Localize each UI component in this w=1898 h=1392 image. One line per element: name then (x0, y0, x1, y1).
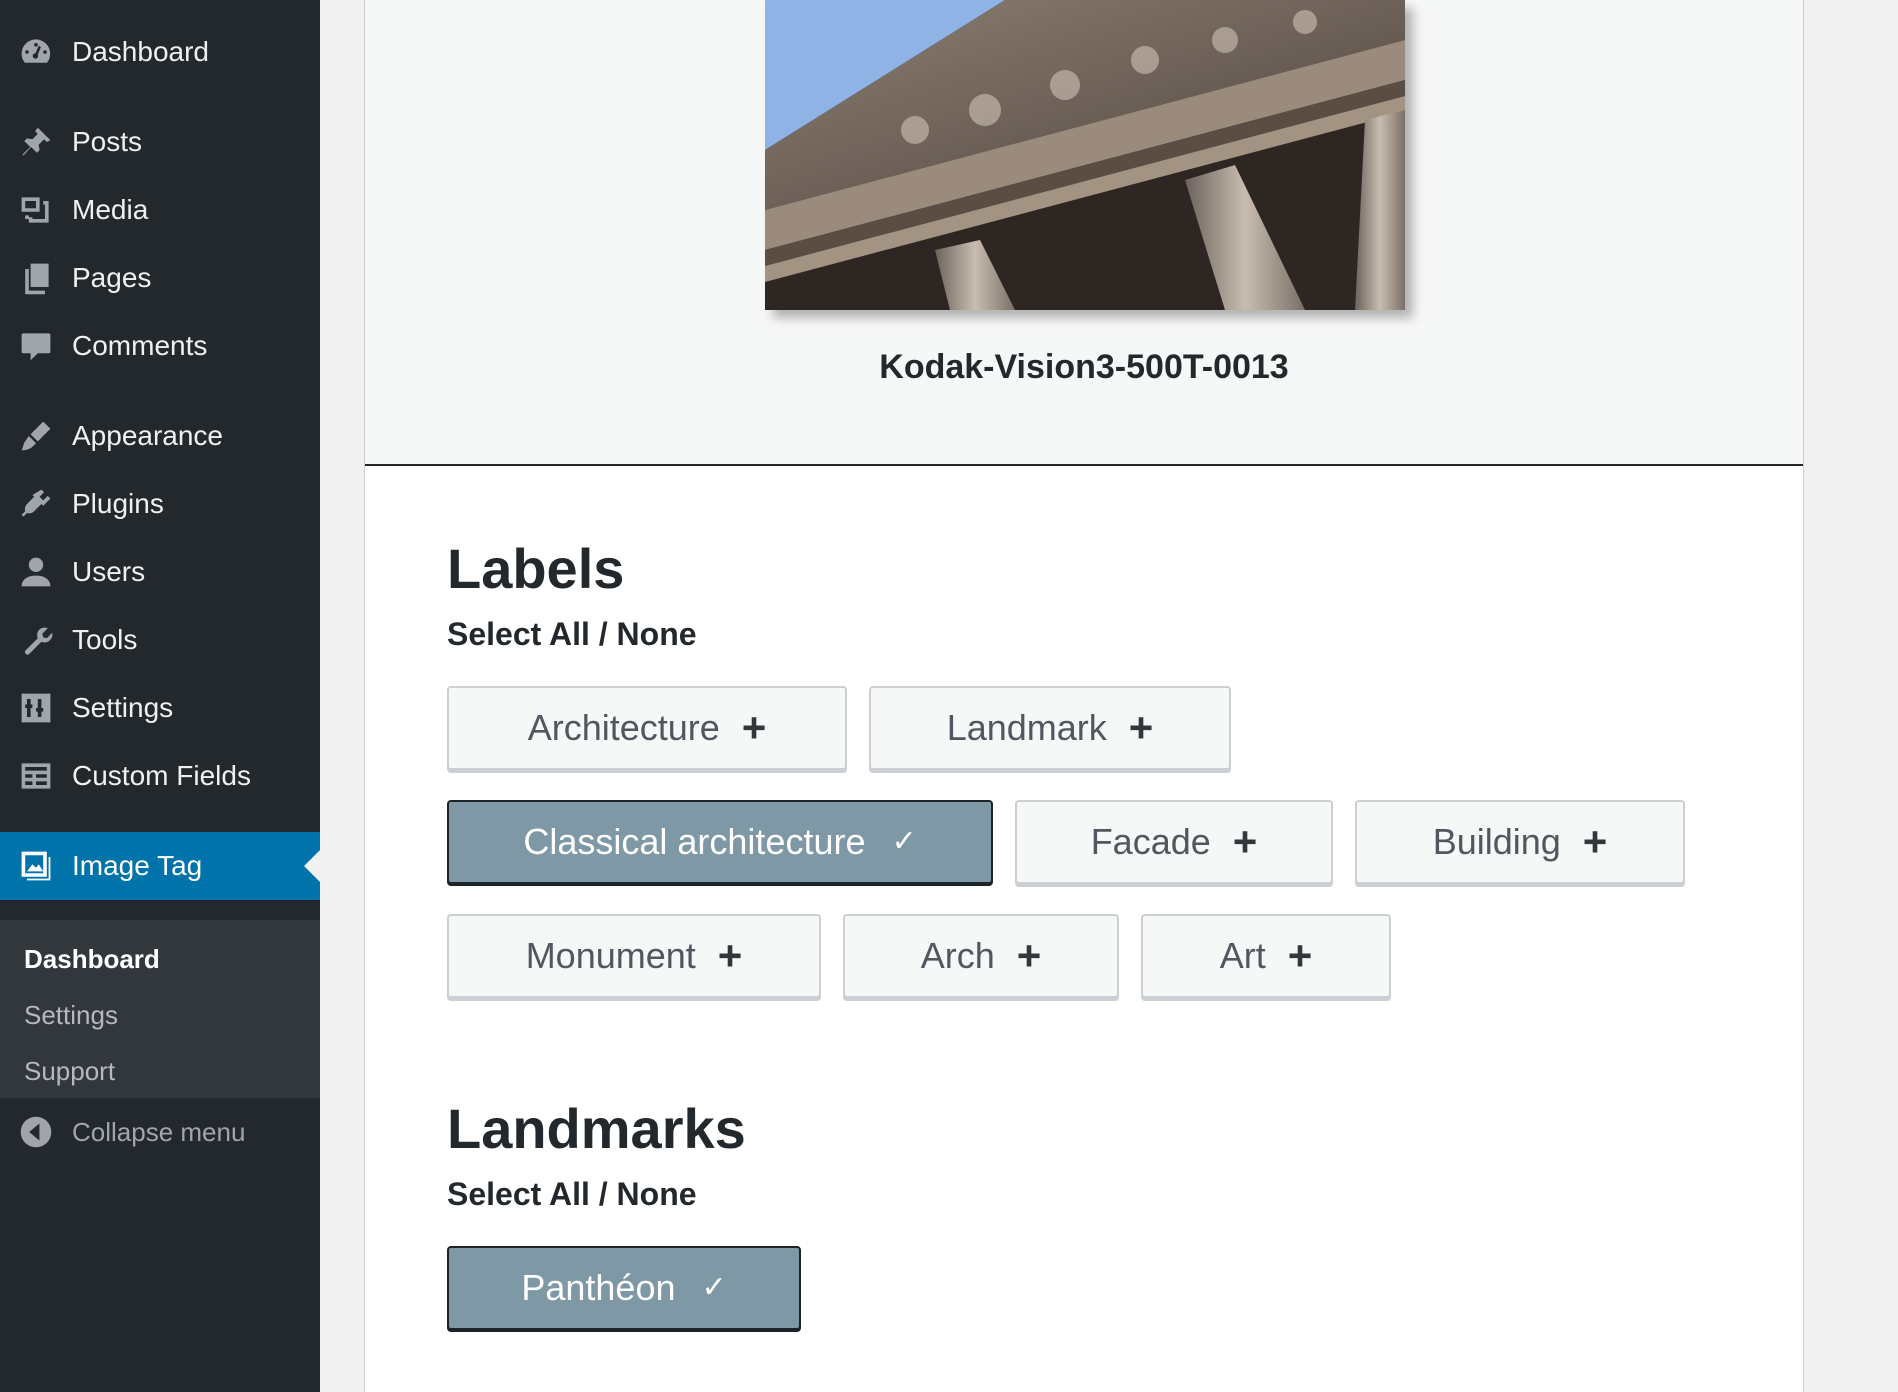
sidebar-item-label: Custom Fields (72, 760, 251, 791)
sidebar-item-users[interactable]: Users (0, 542, 320, 602)
dashboard-icon (0, 34, 72, 70)
sidebar-item-tools[interactable]: Tools (0, 610, 320, 670)
current-menu-indicator (304, 850, 320, 882)
tag-button-classical-architecture[interactable]: Classical architecture ✓ (447, 800, 993, 884)
tag-label: Monument (525, 935, 696, 976)
tag-button-landmark[interactable]: Landmark + (869, 686, 1231, 770)
sidebar-item-label: Plugins (72, 488, 164, 519)
sidebar-item-label: Appearance (72, 420, 224, 451)
plus-icon: + (1128, 704, 1154, 751)
plus-icon: + (1287, 932, 1313, 979)
submenu-item-settings[interactable]: Settings (24, 1000, 118, 1031)
sidebar-item-label: Comments (72, 330, 208, 361)
sidebar-item-label: Settings (72, 692, 174, 723)
collapse-menu-label: Collapse menu (72, 1116, 246, 1147)
landmarks-select-controls: Select All / None (447, 1176, 697, 1213)
labels-select-none-link[interactable]: None (617, 616, 697, 652)
tag-label: Classical architecture (523, 821, 866, 862)
tag-button-art[interactable]: Art + (1141, 914, 1391, 998)
check-icon: ✓ (891, 825, 917, 858)
sidebar-item-image-tag[interactable]: Image Tag (0, 832, 320, 900)
sidebar-item-label: Pages (72, 262, 152, 293)
tag-label: Art (1219, 935, 1266, 976)
labels-separator: / (598, 616, 608, 652)
comment-icon (0, 328, 72, 364)
sidebar-item-label: Media (72, 194, 149, 225)
sidebar-item-label: Tools (72, 624, 138, 655)
sidebar-item-comments[interactable]: Comments (0, 316, 320, 376)
tag-button-arch[interactable]: Arch + (843, 914, 1119, 998)
tag-button-facade[interactable]: Facade + (1015, 800, 1333, 884)
sidebar-item-media[interactable]: Media (0, 180, 320, 240)
plus-icon: + (741, 704, 767, 751)
sidebar-item-pages[interactable]: Pages (0, 248, 320, 308)
image-preview (765, 0, 1405, 310)
image-icon (0, 848, 72, 884)
tag-label: Landmark (946, 707, 1107, 748)
tag-label: Architecture (527, 707, 720, 748)
image-caption: Kodak-Vision3-500T-0013 (879, 348, 1289, 386)
admin-sidebar: Dashboard Posts Media Pages Comments App… (0, 0, 320, 1392)
wrench-icon (0, 622, 72, 658)
sidebar-item-label: Dashboard (72, 36, 209, 67)
landmarks-separator: / (598, 1176, 608, 1212)
settings-icon (0, 690, 72, 726)
plus-icon: + (1582, 818, 1608, 865)
plus-icon: + (717, 932, 743, 979)
labels-select-all-link[interactable]: Select All (447, 616, 590, 652)
submenu-item-dashboard[interactable]: Dashboard (24, 944, 160, 975)
tag-button-architecture[interactable]: Architecture + (447, 686, 847, 770)
tag-label: Panthéon (521, 1267, 676, 1308)
pages-icon (0, 260, 72, 296)
user-icon (0, 554, 72, 590)
pin-icon (0, 124, 72, 160)
tag-label: Facade (1090, 821, 1211, 862)
landmarks-select-all-link[interactable]: Select All (447, 1176, 590, 1212)
image-tag-submenu: Dashboard Settings Support (0, 920, 320, 1098)
collapse-arrow-icon (0, 1115, 72, 1149)
sidebar-item-dashboard[interactable]: Dashboard (0, 22, 320, 82)
submenu-item-support[interactable]: Support (24, 1056, 115, 1087)
labels-select-controls: Select All / None (447, 616, 697, 653)
tag-button-pantheon[interactable]: Panthéon ✓ (447, 1246, 801, 1330)
main-panel: Kodak-Vision3-500T-0013 Labels Select Al… (364, 0, 1804, 1392)
brush-icon (0, 418, 72, 454)
image-preview-area: Kodak-Vision3-500T-0013 (365, 0, 1803, 466)
tag-button-building[interactable]: Building + (1355, 800, 1685, 884)
sidebar-item-posts[interactable]: Posts (0, 112, 320, 172)
labels-section-title: Labels (447, 537, 625, 600)
tag-label: Arch (920, 935, 995, 976)
landmarks-section-title: Landmarks (447, 1097, 746, 1160)
sidebar-item-appearance[interactable]: Appearance (0, 406, 320, 466)
sidebar-item-custom-fields[interactable]: Custom Fields (0, 746, 320, 806)
tag-button-monument[interactable]: Monument + (447, 914, 821, 998)
sidebar-item-label: Posts (72, 126, 143, 157)
tag-label: Building (1432, 821, 1561, 862)
landmarks-select-none-link[interactable]: None (617, 1176, 697, 1212)
plus-icon: + (1232, 818, 1258, 865)
sidebar-item-plugins[interactable]: Plugins (0, 474, 320, 534)
sidebar-item-label: Image Tag (72, 850, 203, 881)
sidebar-item-label: Users (72, 556, 146, 587)
sidebar-item-settings[interactable]: Settings (0, 678, 320, 738)
collapse-menu-button[interactable]: Collapse menu (0, 1102, 320, 1162)
check-icon: ✓ (701, 1271, 727, 1304)
plus-icon: + (1016, 932, 1042, 979)
wp-admin-screen: Dashboard Posts Media Pages Comments App… (0, 0, 1898, 1392)
plugin-icon (0, 486, 72, 522)
table-icon (0, 758, 72, 794)
media-icon (0, 192, 72, 228)
